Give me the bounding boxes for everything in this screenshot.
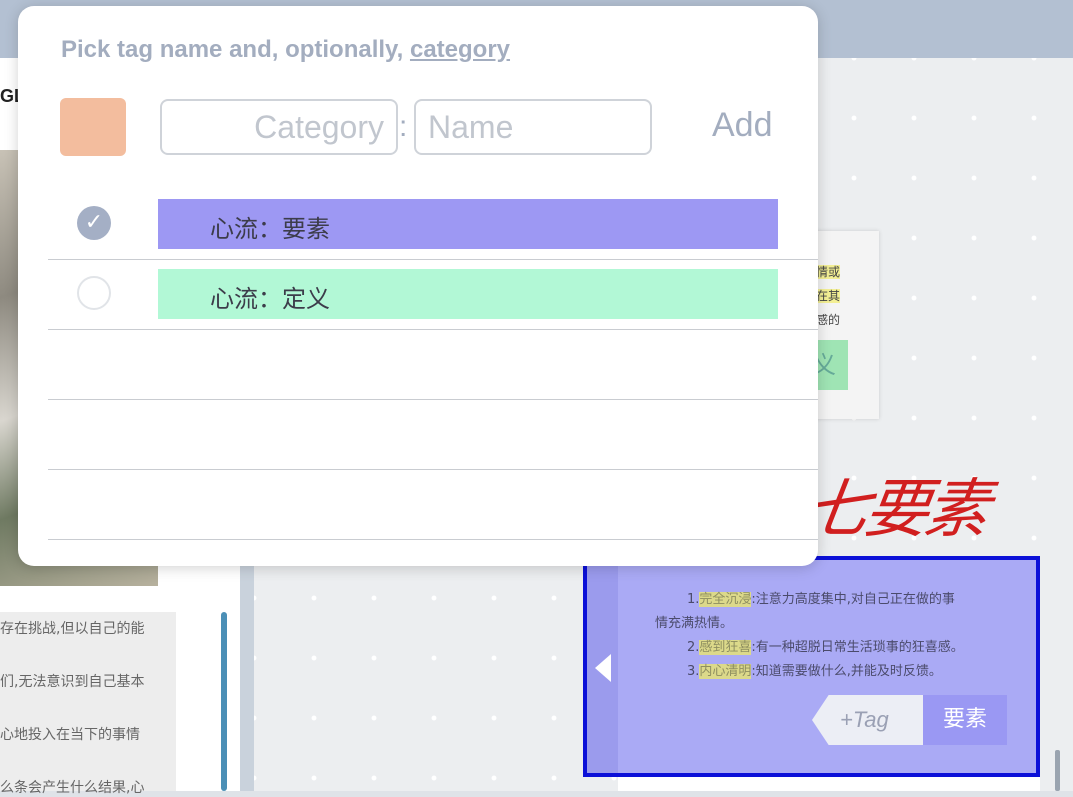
tag-color-swatch[interactable] [60,98,126,156]
document-line: 么条会产生什么结果,心 [0,780,145,796]
page-below-note [618,777,1040,791]
tag-row[interactable]: ✓ 心流：要素 [48,189,818,260]
canvas-scrollbar[interactable] [1055,750,1060,791]
note-line: 1.完全沉浸:注意力高度集中,对自己正在做的事 [687,592,955,607]
category-input[interactable] [160,99,398,155]
handwritten-annotation: 七要素 [799,473,991,547]
selected-note[interactable]: 1.完全沉浸:注意力高度集中,对自己正在做的事 情充满热情。 2.感到狂喜:有一… [583,556,1040,777]
tag-row[interactable]: 心流：定义 [48,259,818,330]
add-tag-button[interactable]: +Tag [812,695,923,745]
note-tag-chip[interactable]: 要素 [923,695,1007,745]
tag-chip[interactable]: 心流：要素 [158,199,778,249]
note-line: 2.感到狂喜:有一种超脱日常生活琐事的狂喜感。 [687,640,964,655]
name-input[interactable] [414,99,652,155]
tag-label: 心流：要素 [210,215,330,243]
tag-chip[interactable]: 心流：定义 [158,269,778,319]
collapse-arrow-icon[interactable] [595,654,611,682]
card-line: 感的 [816,313,841,327]
category-link[interactable]: category [410,36,510,63]
add-button[interactable]: Add [712,106,773,145]
document-line: 心地投入在当下的事情 [0,727,140,743]
tag-unselected-radio-icon[interactable] [77,276,111,310]
tag-label: 心流：定义 [210,285,330,313]
empty-tag-row [48,469,818,540]
card-line: 情或 [816,265,841,279]
popup-title: Pick tag name and, optionally, category [61,36,510,64]
tag-selected-check-icon[interactable]: ✓ [77,206,111,240]
tag-picker-popup: Pick tag name and, optionally, category … [18,6,818,566]
add-tag-label: +Tag [840,707,889,732]
popup-title-text: Pick tag name and, optionally, [61,36,410,63]
empty-tag-row [48,399,818,470]
card-line: 在其 [816,289,841,303]
document-text-panel: 存在挑战,但以自己的能 们,无法意识到自己基本 心地投入在当下的事情 么条会产生… [0,612,176,796]
document-line: 们,无法意识到自己基本 [0,674,145,690]
document-line: 存在挑战,但以自己的能 [0,621,145,637]
empty-tag-row [48,329,818,400]
document-scrollbar[interactable] [221,612,227,791]
note-line: 3.内心清明:知道需要做什么,并能及时反馈。 [687,664,942,679]
note-line: 情充满热情。 [655,616,734,631]
category-name-separator: : [399,110,408,143]
